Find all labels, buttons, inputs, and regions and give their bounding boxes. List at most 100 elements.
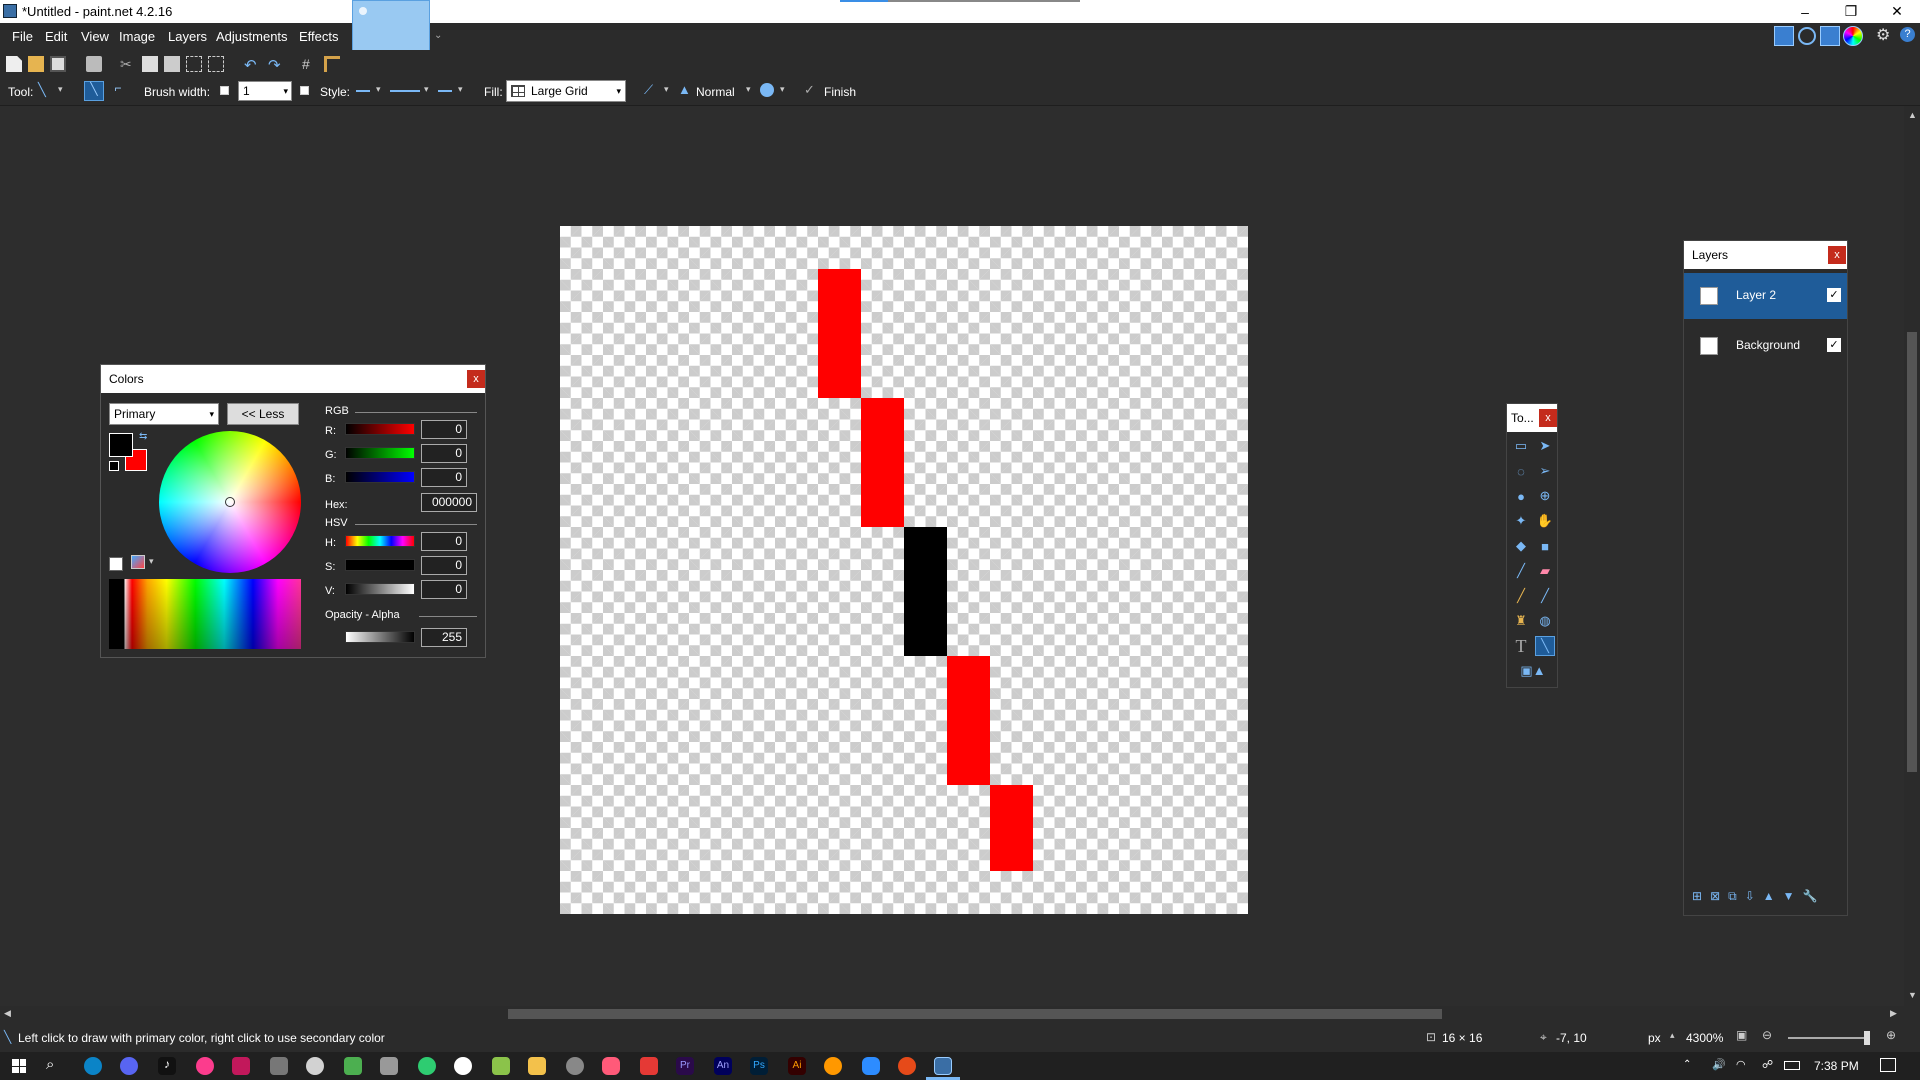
- minimize-button[interactable]: –: [1782, 0, 1828, 23]
- line-end-cap-icon[interactable]: [438, 90, 452, 92]
- move-selected-pixels-icon[interactable]: ➤: [1535, 436, 1555, 456]
- red-slider[interactable]: [345, 423, 415, 435]
- move-layer-up-icon[interactable]: ▲: [1763, 889, 1775, 907]
- app-taskbar-icon-2[interactable]: [380, 1057, 398, 1075]
- palette-menu-chevron-icon[interactable]: ▾: [149, 556, 154, 567]
- zoom-taskbar-icon[interactable]: [862, 1057, 880, 1075]
- line-start-cap-icon[interactable]: [356, 90, 370, 92]
- text-tool-icon[interactable]: T: [1511, 636, 1531, 656]
- reset-colors-icon[interactable]: [109, 461, 119, 471]
- paste-icon[interactable]: [164, 56, 180, 72]
- primary-color-swatch[interactable]: [109, 433, 133, 457]
- clock[interactable]: 7:38 PM: [1814, 1059, 1859, 1073]
- color-target-dropdown[interactable]: Primary ▾: [109, 403, 219, 425]
- add-to-palette-icon[interactable]: [109, 557, 123, 571]
- blue-slider[interactable]: [345, 471, 415, 483]
- menu-image[interactable]: Image: [119, 29, 155, 44]
- saturation-value-input[interactable]: 0: [421, 556, 467, 575]
- hue-value-input[interactable]: 0: [421, 532, 467, 551]
- alpha-slider[interactable]: [345, 631, 415, 643]
- app-taskbar-icon-7[interactable]: [898, 1057, 916, 1075]
- deselect-icon[interactable]: [208, 56, 224, 72]
- network-icon[interactable]: ☍: [1762, 1058, 1773, 1071]
- restore-button[interactable]: ❐: [1828, 0, 1874, 23]
- notifications-icon[interactable]: [1880, 1058, 1896, 1072]
- value-slider[interactable]: [345, 583, 415, 595]
- colors-window-header[interactable]: Colors x: [101, 365, 485, 393]
- menu-file[interactable]: File: [12, 29, 33, 44]
- units-selector[interactable]: px: [1648, 1031, 1661, 1045]
- colors-close-button[interactable]: x: [467, 370, 485, 388]
- image-canvas[interactable]: [560, 226, 1248, 914]
- add-layer-icon[interactable]: ⊞: [1692, 889, 1702, 907]
- app-taskbar-icon-4[interactable]: [566, 1057, 584, 1075]
- pencil-icon[interactable]: ╱: [1511, 586, 1531, 606]
- shapes-tool-icon[interactable]: ▣▲: [1519, 661, 1547, 681]
- zoom-out-icon[interactable]: ⊖: [1762, 1028, 1772, 1042]
- finish-button[interactable]: Finish: [824, 85, 856, 99]
- zoom-icon[interactable]: ⊕: [1535, 486, 1555, 506]
- green-value-input[interactable]: 0: [421, 444, 467, 463]
- layer-properties-icon[interactable]: 🔧: [1803, 889, 1818, 907]
- rectangle-select-icon[interactable]: ▭: [1511, 436, 1531, 456]
- tools-close-button[interactable]: x: [1539, 409, 1557, 427]
- search-icon[interactable]: ⌕: [46, 1056, 54, 1073]
- move-layer-down-icon[interactable]: ▼: [1783, 889, 1795, 907]
- swap-colors-icon[interactable]: ⇆: [139, 431, 147, 442]
- hex-value-input[interactable]: 000000: [421, 493, 477, 512]
- edge-browser-taskbar-icon[interactable]: [84, 1057, 102, 1075]
- help-icon[interactable]: ?: [1900, 27, 1915, 42]
- print-icon[interactable]: [86, 56, 102, 72]
- red-value-input[interactable]: 0: [421, 420, 467, 439]
- current-tool-icon[interactable]: ╲: [38, 82, 60, 102]
- copy-icon[interactable]: [142, 56, 158, 72]
- line-curve-tool-icon[interactable]: ╲: [1535, 636, 1555, 656]
- app-taskbar-icon-6[interactable]: [824, 1057, 842, 1075]
- blue-value-input[interactable]: 0: [421, 468, 467, 487]
- units-chevron-icon[interactable]: ▴: [1670, 1030, 1675, 1041]
- paint-bucket-icon[interactable]: ◆: [1511, 536, 1531, 556]
- curve-type-spline-icon[interactable]: ╲: [84, 81, 104, 101]
- save-icon[interactable]: [50, 56, 66, 72]
- layers-window-toggle-icon[interactable]: [1820, 26, 1840, 46]
- magic-wand-icon[interactable]: ✦: [1511, 511, 1531, 531]
- layers-window-header[interactable]: Layers x: [1684, 241, 1847, 269]
- zoom-slider[interactable]: [1788, 1031, 1870, 1045]
- app-taskbar-icon-3[interactable]: [492, 1057, 510, 1075]
- gradient-icon[interactable]: ■: [1535, 536, 1555, 556]
- eraser-icon[interactable]: ▰: [1535, 561, 1555, 581]
- undo-icon[interactable]: ↶: [244, 56, 260, 74]
- curve-type-bezier-icon[interactable]: ⌐: [108, 81, 128, 101]
- acrobat-taskbar-icon[interactable]: [640, 1057, 658, 1075]
- tab-list-chevron-icon[interactable]: ⌄: [434, 30, 442, 41]
- line-start-chevron-icon[interactable]: ▾: [376, 84, 381, 95]
- recolor-icon[interactable]: ◍: [1535, 611, 1555, 631]
- redo-icon[interactable]: ↷: [268, 56, 284, 74]
- layer-visibility-checkbox[interactable]: ✓: [1827, 338, 1841, 352]
- ellipse-select-icon[interactable]: ●: [1511, 486, 1531, 506]
- duplicate-layer-icon[interactable]: ⧉: [1728, 889, 1737, 907]
- file-explorer-taskbar-icon[interactable]: [528, 1057, 546, 1075]
- clone-stamp-icon[interactable]: ♜: [1511, 611, 1531, 631]
- antialiasing-icon[interactable]: ⟋: [644, 82, 653, 98]
- layers-close-button[interactable]: x: [1828, 246, 1846, 264]
- brush-width-increase-icon[interactable]: [300, 86, 309, 95]
- menu-view[interactable]: View: [81, 29, 109, 44]
- color-palette[interactable]: [109, 579, 301, 649]
- merge-layer-down-icon[interactable]: ⇩: [1745, 889, 1755, 907]
- paintbrush-icon[interactable]: ╱: [1511, 561, 1531, 581]
- zoom-in-icon[interactable]: ⊕: [1886, 1028, 1896, 1042]
- blend-mode-chevron-icon[interactable]: ▾: [746, 84, 751, 95]
- menu-effects[interactable]: Effects: [299, 29, 339, 44]
- menu-edit[interactable]: Edit: [45, 29, 67, 44]
- illustrator-taskbar-icon[interactable]: Ai: [788, 1057, 806, 1075]
- new-file-icon[interactable]: [6, 56, 22, 72]
- clipping-chevron-icon[interactable]: ▾: [780, 84, 785, 95]
- zoom-level[interactable]: 4300%: [1686, 1031, 1723, 1045]
- dash-style-chevron-icon[interactable]: ▾: [424, 84, 429, 95]
- layer-row-layer-2[interactable]: Layer 2 ✓: [1684, 273, 1847, 319]
- vertical-scrollbar[interactable]: ▲ ▼: [1904, 106, 1920, 1006]
- rulers-icon[interactable]: [324, 56, 340, 72]
- minecraft-taskbar-icon[interactable]: [344, 1057, 362, 1075]
- crop-to-selection-icon[interactable]: [186, 56, 202, 72]
